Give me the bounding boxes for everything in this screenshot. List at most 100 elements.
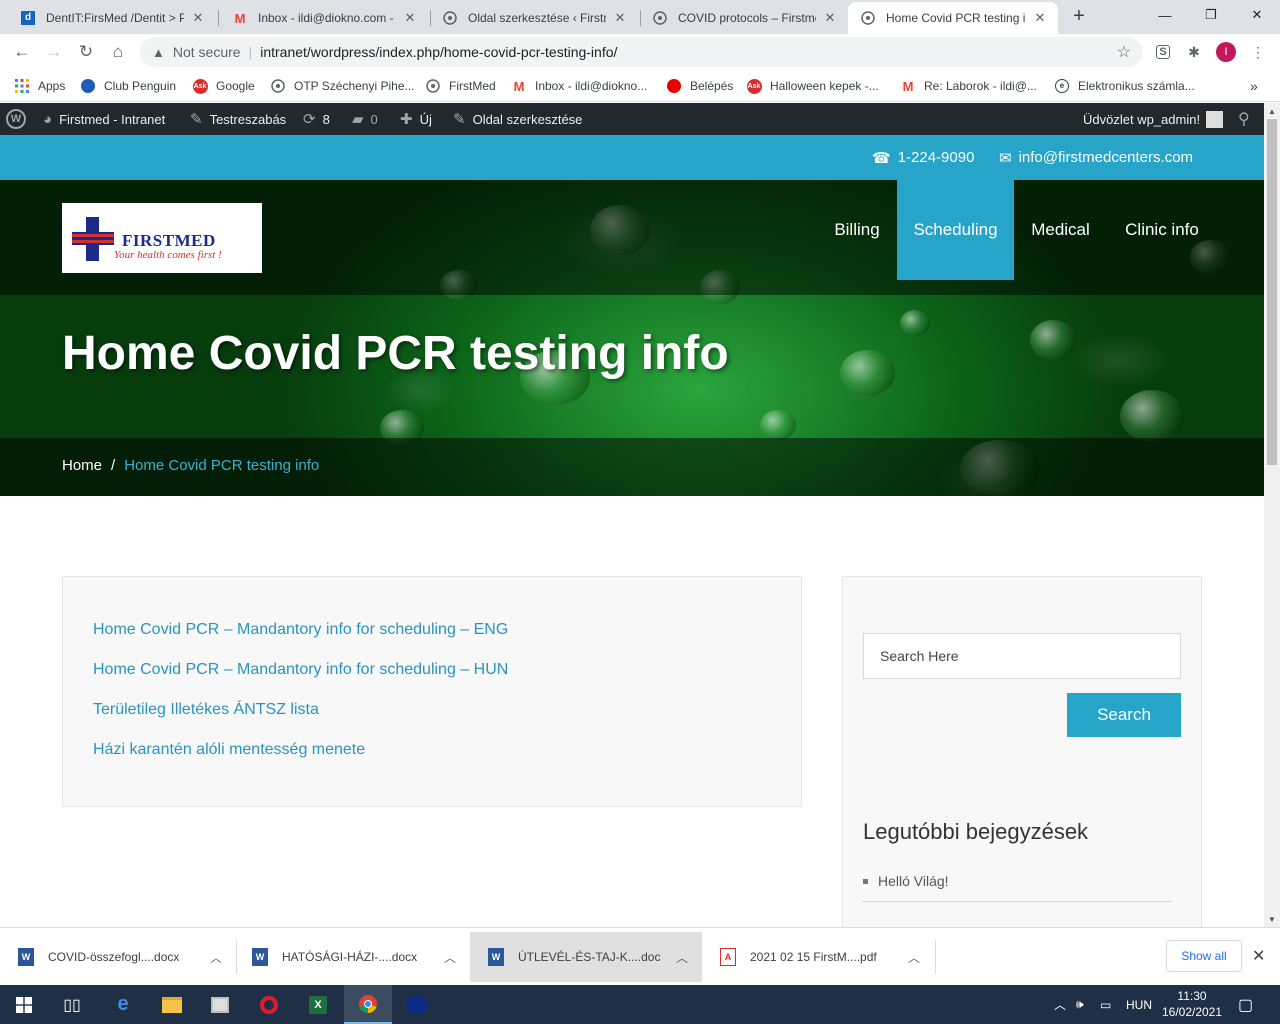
email-contact[interactable]: ✉ info@firstmedcenters.com (999, 135, 1193, 180)
security-label[interactable]: Not secure (173, 44, 241, 60)
link-quarantine-exemption[interactable]: Házi karantén alóli mentesség menete (93, 741, 365, 759)
menu-kebab-icon[interactable]: ⋮ (1247, 41, 1269, 63)
download-item-selected[interactable]: W ÚTLEVÉL-ÉS-TAJ-K....doc ︿ (470, 932, 702, 982)
edge-icon[interactable]: e (99, 985, 147, 1024)
bookmark-firstmed[interactable]: FirstMed (425, 76, 496, 96)
download-item[interactable]: A 2021 02 15 FirstM....pdf ︿ (702, 932, 934, 982)
warning-icon[interactable]: ▲ (152, 45, 165, 60)
notifications-icon[interactable]: ▢ (1238, 985, 1253, 1024)
bookmark-laborok[interactable]: M Re: Laborok - ildi@... (900, 76, 1037, 96)
nav-clinic-info[interactable]: Clinic info (1110, 180, 1214, 280)
bookmark-inbox[interactable]: M Inbox - ildi@diokno... (511, 76, 648, 96)
search-button[interactable]: Search (1067, 693, 1181, 737)
bookmark-apps[interactable]: Apps (14, 76, 65, 96)
ask-icon: Ask (192, 78, 208, 94)
profile-avatar[interactable]: I (1216, 42, 1236, 62)
chevron-up-icon[interactable]: ︿ (908, 949, 920, 966)
bookmark-otp[interactable]: OTP Széchenyi Pihe... (270, 76, 415, 96)
link-covid-eng[interactable]: Home Covid PCR – Mandantory info for sch… (93, 621, 508, 639)
close-icon[interactable]: ✕ (402, 10, 418, 26)
network-icon[interactable]: ▭ (1100, 985, 1111, 1024)
close-icon[interactable]: ✕ (612, 10, 628, 26)
app-icon[interactable] (393, 985, 441, 1024)
bookmarks-overflow-button[interactable]: » (1250, 76, 1258, 96)
browser-tab[interactable]: COVID protocols – Firstmed ✕ (640, 2, 848, 34)
browser-tab[interactable]: M Inbox - ildi@diokno.com - D ✕ (220, 2, 428, 34)
address-bar[interactable]: ▲ Not secure | intranet/wordpress/index.… (140, 37, 1143, 67)
download-item[interactable]: W HATÓSÁGI-HÁZI-....docx ︿ (234, 932, 470, 982)
bookmark-szamla[interactable]: e Elektronikus számla... (1054, 76, 1195, 96)
bookmark-label: OTP Széchenyi Pihe... (294, 79, 415, 93)
close-icon[interactable]: ✕ (1032, 10, 1048, 26)
close-icon[interactable]: ✕ (190, 10, 206, 26)
new-tab-button[interactable]: + (1068, 5, 1090, 28)
show-all-button[interactable]: Show all (1166, 940, 1242, 972)
file-explorer-icon[interactable] (148, 985, 196, 1024)
task-view-icon[interactable]: ▯▯ (48, 985, 96, 1024)
tab-title: Home Covid PCR testing inf (886, 11, 1026, 25)
admin-edit-page[interactable]: ✎ Oldal szerkesztése (453, 103, 582, 135)
tray-overflow-icon[interactable]: ︿ (1054, 985, 1066, 1024)
bookmark-belepes[interactable]: Belépés (666, 76, 733, 96)
link-covid-hun[interactable]: Home Covid PCR – Mandantory info for sch… (93, 661, 508, 679)
opera-icon[interactable] (245, 985, 293, 1024)
chrome-icon[interactable] (344, 985, 392, 1024)
download-item[interactable]: W COVID-összefogl....docx ︿ (0, 932, 236, 982)
wordpress-logo-icon[interactable]: W (6, 103, 26, 135)
window-close-button[interactable]: ✕ (1234, 0, 1280, 30)
search-input[interactable] (863, 633, 1181, 679)
volume-icon[interactable]: 🕪 (1076, 985, 1084, 1024)
bookmark-halloween[interactable]: Ask Halloween kepek -... (746, 76, 879, 96)
clock[interactable]: 11:30 16/02/2021 (1158, 988, 1226, 1020)
back-button[interactable]: ← (10, 40, 34, 64)
scroll-thumb[interactable] (1267, 119, 1277, 465)
maximize-button[interactable]: ❐ (1188, 0, 1234, 30)
logo-brand: FIRSTMED (122, 231, 216, 250)
minimize-button[interactable]: — (1142, 0, 1188, 30)
nav-medical[interactable]: Medical (1018, 180, 1103, 280)
reload-button[interactable]: ↻ (74, 40, 98, 64)
chevron-up-icon[interactable]: ︿ (210, 949, 222, 966)
bookmarks-bar: Apps Club Penguin Ask Google OTP Széchen… (0, 70, 1280, 102)
scroll-up-arrow-icon[interactable]: ▲ (1264, 103, 1280, 119)
admin-updates[interactable]: ⟳ 8 (303, 103, 330, 135)
chevron-up-icon[interactable]: ︿ (444, 949, 456, 966)
extension-s-icon[interactable]: S (1152, 41, 1174, 63)
store-icon[interactable] (196, 985, 244, 1024)
browser-toolbar: ← → ↻ ⌂ ▲ Not secure | intranet/wordpres… (0, 34, 1280, 70)
extensions-puzzle-icon[interactable]: ✱ (1183, 41, 1205, 63)
url-text[interactable]: intranet/wordpress/index.php/home-covid-… (260, 44, 617, 60)
admin-customize[interactable]: ✎ Testreszabás (190, 103, 286, 135)
breadcrumb-home[interactable]: Home (62, 457, 102, 474)
forward-button[interactable]: → (42, 40, 66, 64)
site-logo[interactable]: FIRSTMED Your health comes first ! (62, 203, 262, 273)
tab-divider (218, 10, 219, 26)
email-address: info@firstmedcenters.com (1018, 149, 1194, 166)
admin-account[interactable]: Üdvözlet wp_admin! (1083, 103, 1224, 135)
admin-comments[interactable]: ▰ 0 (352, 103, 378, 135)
excel-icon[interactable]: X (294, 985, 342, 1024)
admin-new[interactable]: ✚ Új (400, 103, 432, 135)
close-icon[interactable]: ✕ (822, 10, 838, 26)
scroll-down-arrow-icon[interactable]: ▼ (1264, 911, 1280, 927)
windows-start-icon[interactable] (0, 985, 48, 1024)
home-button[interactable]: ⌂ (106, 40, 130, 64)
link-antsz-list[interactable]: Területileg Illetékes ÁNTSZ lista (93, 701, 319, 719)
search-icon[interactable]: ⚲ (1238, 103, 1250, 135)
browser-tab[interactable]: d DentIT:FirsMed /Dentit > PC ✕ (8, 2, 216, 34)
bookmark-club-penguin[interactable]: Club Penguin (80, 76, 176, 96)
close-icon[interactable]: ✕ (1252, 946, 1265, 966)
chevron-up-icon[interactable]: ︿ (676, 949, 688, 966)
nav-billing[interactable]: Billing (818, 180, 896, 280)
browser-tab[interactable]: Oldal szerkesztése ‹ Firstme ✕ (430, 2, 638, 34)
recent-post-item[interactable]: Helló Világ! (863, 873, 1171, 902)
phone-contact[interactable]: ☎ 1-224-9090 (872, 135, 974, 180)
bookmark-star-icon[interactable]: ☆ (1117, 42, 1131, 62)
page-scrollbar[interactable]: ▲ ▼ (1264, 103, 1280, 927)
browser-tab-active[interactable]: Home Covid PCR testing inf ✕ (848, 2, 1058, 34)
language-indicator[interactable]: HUN (1126, 985, 1152, 1024)
nav-scheduling[interactable]: Scheduling (897, 180, 1014, 280)
admin-site-name[interactable]: ◕ Firstmed - Intranet (43, 103, 165, 135)
bookmark-google[interactable]: Ask Google (192, 76, 255, 96)
comments-count: 0 (370, 111, 378, 127)
